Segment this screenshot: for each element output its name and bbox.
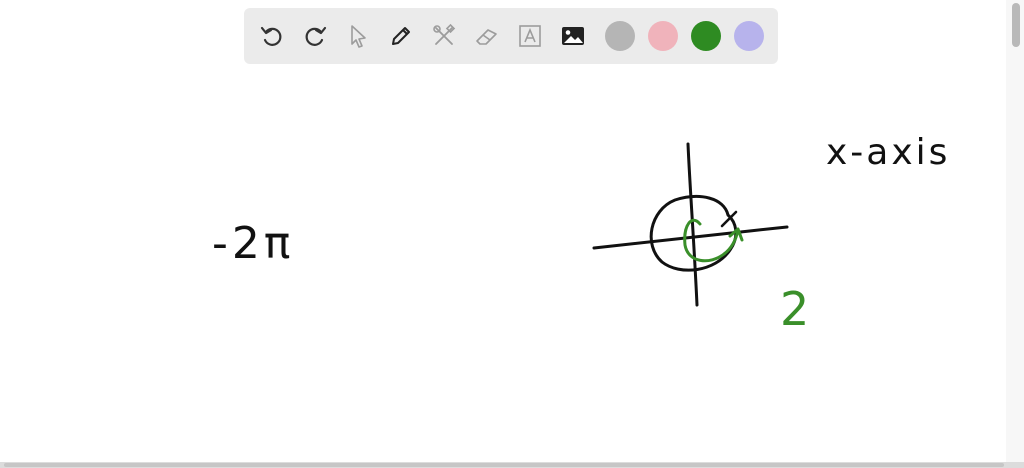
vertical-scrollbar[interactable] [1006, 0, 1024, 462]
axis-label: x-axis [826, 132, 951, 173]
drawing-canvas[interactable]: -2π x-axis 2 [0, 0, 1006, 462]
horizontal-axis-stroke [592, 225, 789, 250]
horizontal-scrollbar[interactable] [0, 462, 1024, 468]
angle-label: -2π [212, 218, 295, 269]
ink-layer [592, 142, 789, 307]
horizontal-scrollbar-thumb[interactable] [4, 463, 1004, 467]
vertical-scrollbar-thumb[interactable] [1012, 3, 1020, 47]
green-number-label: 2 [780, 282, 814, 336]
